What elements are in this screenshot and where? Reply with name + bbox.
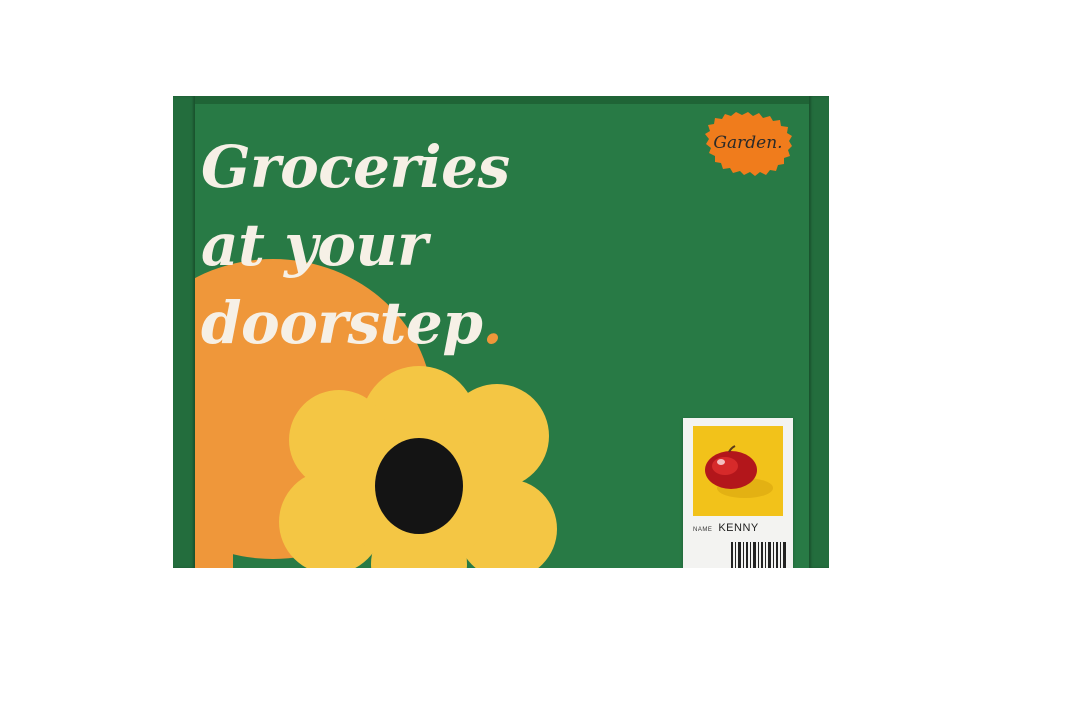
headline-line-1: Groceries — [201, 133, 510, 201]
headline-line-3-text: doorstep — [201, 289, 483, 357]
box-left-flap — [173, 96, 195, 568]
flower-center — [375, 438, 463, 534]
box-top-lip — [173, 96, 829, 104]
shipping-label: NAME KENNY — [683, 418, 793, 568]
headline-line-3: doorstep. — [201, 284, 510, 362]
headline-line-2: at your — [201, 211, 428, 279]
brand-name: Garden. — [713, 133, 783, 153]
apple-photo — [693, 426, 783, 516]
headline: Groceries at your doorstep. — [201, 128, 510, 362]
apple-icon — [693, 426, 783, 516]
name-value: KENNY — [718, 522, 759, 534]
name-caption: NAME — [693, 527, 713, 533]
box-right-flap — [809, 96, 829, 568]
headline-period: . — [482, 289, 503, 357]
label-name-row: NAME KENNY — [693, 522, 788, 536]
box-front: Groceries at your doorstep. Garden. NAME… — [173, 96, 829, 568]
brand-badge: Garden. — [703, 110, 793, 176]
barcode-icon — [731, 542, 786, 568]
flower-illustration — [279, 366, 557, 568]
shipping-box: Groceries at your doorstep. Garden. NAME… — [173, 96, 829, 568]
